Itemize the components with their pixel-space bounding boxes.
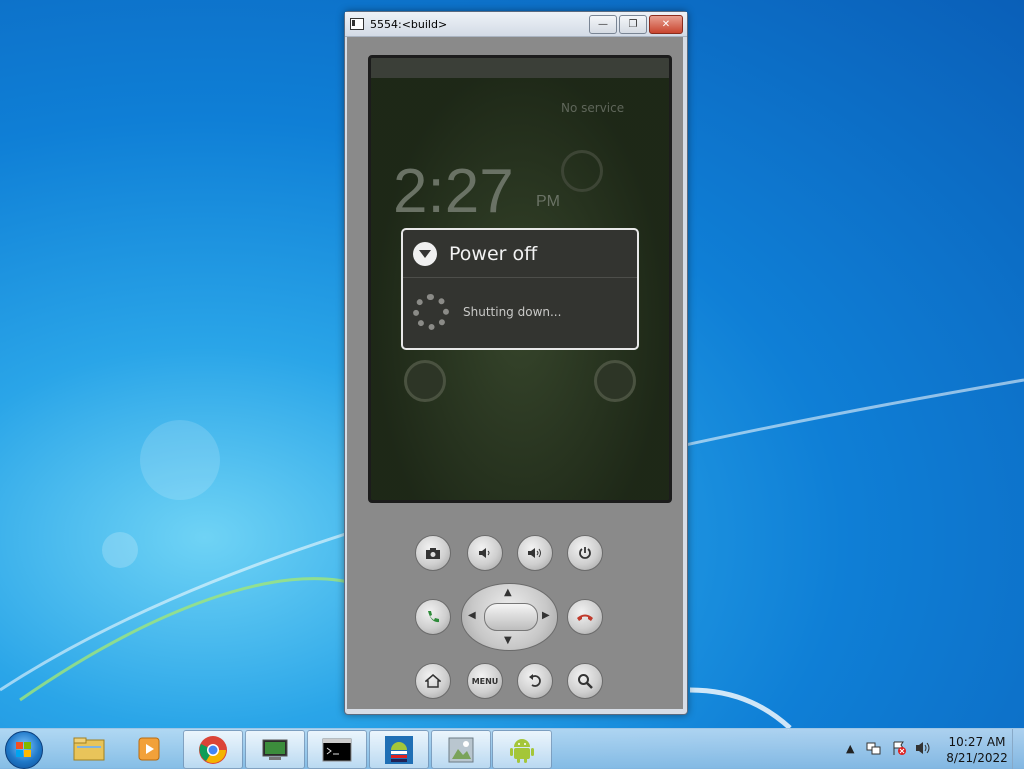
dpad-center-button[interactable] (484, 603, 538, 631)
hang-up-icon (577, 614, 593, 621)
taskbar-explorer[interactable] (60, 730, 118, 767)
power-button[interactable] (567, 535, 603, 571)
alert-icon (413, 241, 437, 266)
titlebar[interactable]: 5554:<build> — ❐ ✕ (345, 12, 687, 37)
dialog-title: Power off (449, 242, 538, 265)
restore-button[interactable]: ❐ (619, 15, 647, 34)
taskbar-android-emulator[interactable] (492, 730, 552, 769)
clock[interactable]: 10:27 AM 8/21/2022 (945, 734, 1009, 766)
folder-icon (73, 737, 105, 760)
power-icon (579, 547, 591, 559)
camera-button[interactable] (415, 535, 451, 571)
volume-down-button[interactable] (467, 535, 503, 571)
show-hidden-icons-icon[interactable]: ▲ (846, 742, 854, 755)
device-skin: No service 2:27 PM Power off Shutting do… (347, 37, 683, 709)
menu-label: MENU (471, 676, 499, 686)
camera-icon (426, 548, 440, 559)
close-button[interactable]: ✕ (649, 15, 683, 34)
volume-down-icon (479, 548, 490, 558)
media-player-icon (138, 737, 160, 760)
search-icon (578, 674, 593, 689)
taskbar-command-prompt[interactable] (307, 730, 367, 769)
dpad-right-icon[interactable]: ▶ (542, 610, 550, 621)
start-button[interactable] (5, 731, 43, 769)
app-icon (350, 18, 364, 30)
android-sdk-icon (385, 735, 413, 764)
chrome-icon (199, 735, 227, 764)
status-bar (371, 58, 669, 78)
progress-spinner-icon (413, 294, 449, 330)
taskbar-media-player[interactable] (120, 730, 178, 767)
avd-manager-icon (448, 737, 474, 762)
dpad[interactable]: ▲ ▼ ◀ ▶ (461, 583, 558, 651)
power-off-dialog: Power off Shutting down... (401, 228, 639, 350)
taskbar: ▲ 10:27 AM 8/21/2022 (0, 728, 1024, 769)
dpad-left-icon[interactable]: ◀ (468, 610, 476, 621)
clock-time: 10:27 AM (948, 735, 1006, 749)
back-button[interactable] (517, 663, 553, 699)
home-icon (425, 674, 441, 688)
speaker-icon[interactable] (914, 740, 932, 756)
unlock-tab-icon (404, 360, 446, 402)
lock-ring-icon (561, 150, 603, 192)
dialog-message: Shutting down... (463, 305, 562, 319)
home-button[interactable] (415, 663, 451, 699)
volume-up-button[interactable] (517, 535, 553, 571)
back-icon (529, 674, 541, 687)
show-desktop-button[interactable] (1012, 729, 1024, 769)
dialog-header: Power off (403, 230, 637, 278)
lock-ampm: PM (536, 193, 560, 210)
phone-call-icon (428, 611, 439, 623)
dpad-up-icon[interactable]: ▲ (504, 587, 512, 598)
command-prompt-icon (322, 738, 352, 761)
network-icon[interactable] (866, 740, 882, 756)
search-button[interactable] (567, 663, 603, 699)
action-center-flag-icon[interactable] (891, 740, 907, 756)
sound-tab-icon (594, 360, 636, 402)
taskbar-sdk-manager[interactable] (369, 730, 429, 769)
taskbar-chrome[interactable] (183, 730, 243, 769)
dpad-down-icon[interactable]: ▼ (504, 635, 512, 646)
android-robot-icon (510, 738, 534, 763)
volume-up-icon (528, 548, 541, 558)
monitor-tool-icon (262, 739, 288, 760)
clock-date: 8/21/2022 (946, 751, 1008, 765)
taskbar-system-manager[interactable] (245, 730, 305, 769)
service-status: No service (561, 101, 625, 115)
emulator-window: 5554:<build> — ❐ ✕ No service 2:27 PM Po… (344, 11, 688, 715)
minimize-button[interactable]: — (589, 15, 617, 34)
end-call-button[interactable] (567, 599, 603, 635)
device-screen[interactable]: No service 2:27 PM Power off Shutting do… (368, 55, 672, 503)
lock-clock: 2:27 (393, 157, 514, 226)
call-button[interactable] (415, 599, 451, 635)
menu-button[interactable]: MENU (467, 663, 503, 699)
taskbar-avd-manager[interactable] (431, 730, 491, 769)
windows-flag-icon (16, 742, 32, 758)
window-title: 5554:<build> (370, 17, 448, 31)
